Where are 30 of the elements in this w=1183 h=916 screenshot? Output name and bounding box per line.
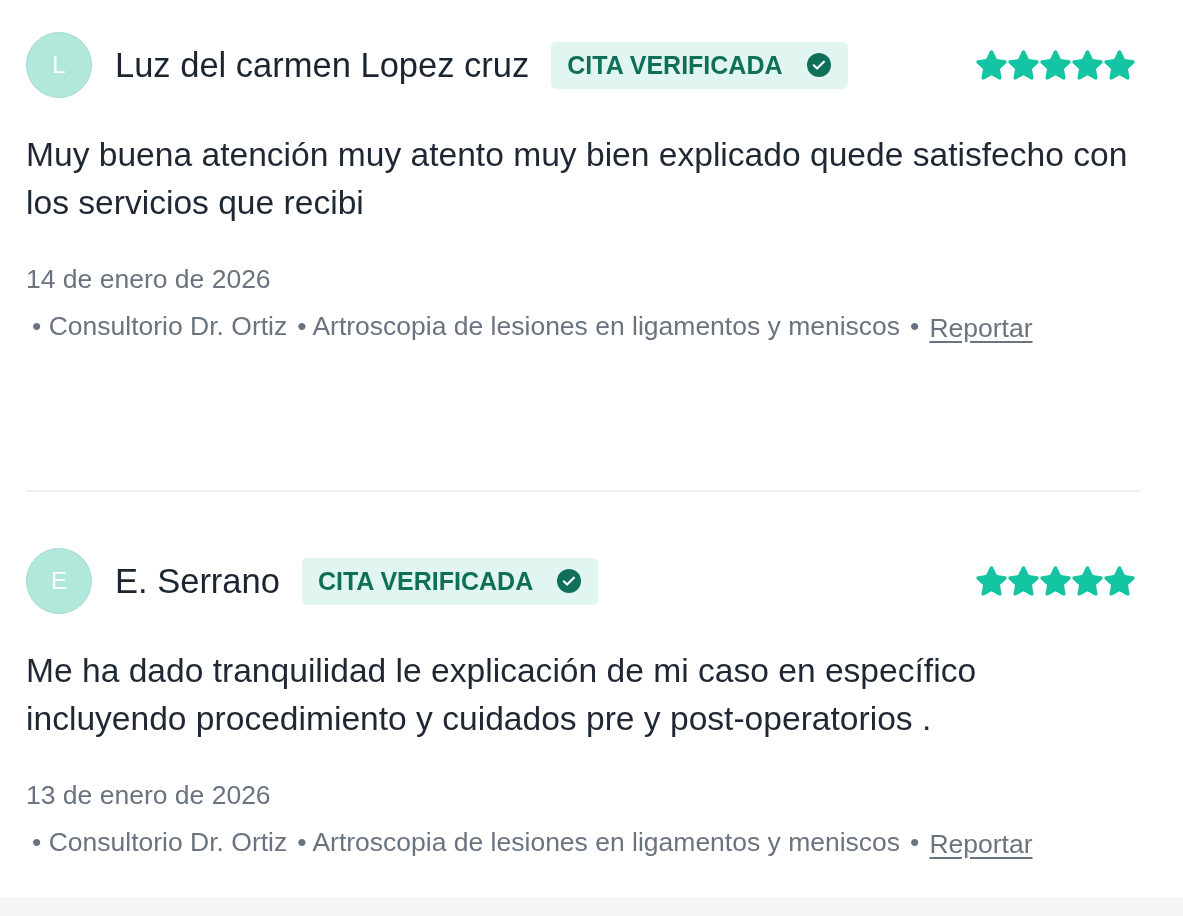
- report-link[interactable]: Reportar: [929, 313, 1033, 343]
- star-icon: [1040, 566, 1071, 596]
- review-date: 14 de enero de 2026: [26, 264, 272, 294]
- meta-text: •: [910, 827, 920, 857]
- meta-text: •: [910, 311, 920, 341]
- star-icon: [1008, 566, 1039, 596]
- star-icon: [976, 50, 1007, 80]
- star-icon: [1104, 50, 1135, 80]
- reviewer-name: Luz del carmen Lopez cruz: [115, 45, 530, 85]
- reviewer-name: E. Serrano: [115, 561, 280, 601]
- meta-text: • Consultorio Dr. Ortiz: [32, 311, 288, 341]
- star-icon: [1104, 566, 1135, 596]
- star-icon: [1040, 50, 1071, 80]
- review-text: Muy buena atención muy atento muy bien explicado quede satisfecho con los servicios que recibi: [26, 135, 1129, 223]
- review-text: Me ha dado tranquilidad le explicación de mi caso en específico incluyendo procedimiento y cuidados pre y post-operatorios .: [26, 651, 978, 739]
- meta-text: • Artroscopia de lesiones en ligamentos y meniscos: [297, 311, 901, 341]
- review-date: 13 de enero de 2026: [26, 780, 272, 810]
- avatar-circle: L: [26, 32, 92, 98]
- meta-text: • Artroscopia de lesiones en ligamentos y meniscos: [297, 827, 901, 857]
- star-icon: [1072, 566, 1103, 596]
- badge-label: CITA VERIFICADA: [317, 566, 534, 596]
- meta-text: • Consultorio Dr. Ortiz: [32, 827, 288, 857]
- check-circle-icon: [557, 569, 582, 593]
- star-icon: [976, 566, 1007, 596]
- avatar-circle: E: [26, 548, 92, 614]
- check-circle-icon: [806, 53, 831, 77]
- star-icon: [1008, 50, 1039, 80]
- report-link[interactable]: Reportar: [929, 829, 1033, 859]
- star-icon: [1072, 50, 1103, 80]
- badge-label: CITA VERIFICADA: [567, 50, 783, 80]
